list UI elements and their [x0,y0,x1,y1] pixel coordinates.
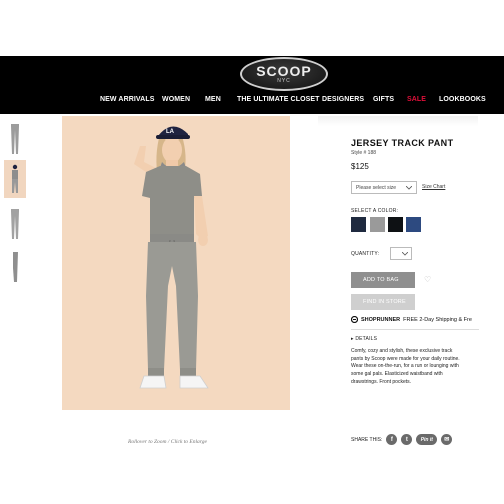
pinterest-icon[interactable]: Pin it [416,434,438,445]
nav-item-lookbooks[interactable]: LOOKBOOKS [439,96,486,103]
nav-item-men[interactable]: MEN [205,96,221,103]
pant-back-image [11,209,19,239]
shoprunner-brand: SHOPRUNNER [361,316,401,323]
details-heading: DETAILS [355,336,378,342]
shoprunner-banner[interactable]: SHOPRUNNER FREE 2-Day Shipping & Fre [351,316,472,323]
brand-logo[interactable]: SCOOP NYC [240,57,328,91]
find-in-store-button[interactable]: FIND IN STORE [351,294,415,310]
thumb-pant-front[interactable] [4,120,26,158]
nav-item-new-arrivals[interactable]: NEW ARRIVALS [100,96,154,103]
zoom-hint: Rollover to Zoom / Click to Enlarge [128,439,207,445]
divider [351,329,479,330]
cap-letters: LA [166,129,175,135]
quantity-label: QUANTITY: [351,251,380,257]
add-to-bag-button[interactable]: ADD TO BAG [351,272,415,288]
size-select[interactable]: Please select size [351,181,417,194]
nav-item-gifts[interactable]: GIFTS [373,96,394,103]
size-select-value: Please select size [356,184,397,191]
quantity-select[interactable] [390,247,412,260]
nav-item-ultimate-closet[interactable]: THE ULTIMATE CLOSET [237,96,320,103]
pant-front-image [11,124,19,154]
color-swatch-gray[interactable] [370,217,385,232]
chevron-down-icon [402,251,408,256]
heart-icon[interactable]: ♡ [424,275,431,284]
nav-item-women[interactable]: WOMEN [162,96,190,103]
color-swatch-black[interactable] [388,217,403,232]
product-title: JERSEY TRACK PANT [351,138,454,148]
nav-item-designers[interactable]: DESIGNERS [322,96,364,103]
thumb-pant-back[interactable] [4,205,26,243]
share-label: SHARE THIS: [351,436,383,443]
product-price: $125 [351,162,369,171]
nav-item-sale[interactable]: SALE [407,96,426,103]
size-chart-link[interactable]: Size Chart [422,184,445,190]
twitter-icon[interactable]: t [401,434,413,445]
shoprunner-icon [351,316,358,323]
info-top-strip [318,116,478,126]
color-label: SELECT A COLOR: [351,208,399,214]
thumb-model[interactable] [4,160,26,198]
share-bar: SHARE THIS: f t Pin it ✉ [351,434,453,445]
pant-side-image [13,252,18,282]
details-toggle[interactable]: ▸ DETAILS [351,336,377,342]
model-thumb-image [12,164,18,193]
thumb-pant-side[interactable] [4,248,26,286]
facebook-icon[interactable]: f [386,434,398,445]
product-style-number: Style # 188 [351,150,377,156]
color-swatch-blue[interactable] [406,217,421,232]
model-illustration: LA [134,126,209,389]
main-product-image[interactable]: LA [62,116,290,410]
details-description: Comfy, cozy and stylish, these exclusive… [351,348,460,385]
logo-main-text: SCOOP [256,63,312,79]
logo-sub-text: NYC [277,78,291,84]
chevron-down-icon [406,185,412,190]
email-icon[interactable]: ✉ [441,434,453,445]
color-swatch-navy[interactable] [351,217,366,232]
shoprunner-offer: FREE 2-Day Shipping & Fre [403,316,472,323]
